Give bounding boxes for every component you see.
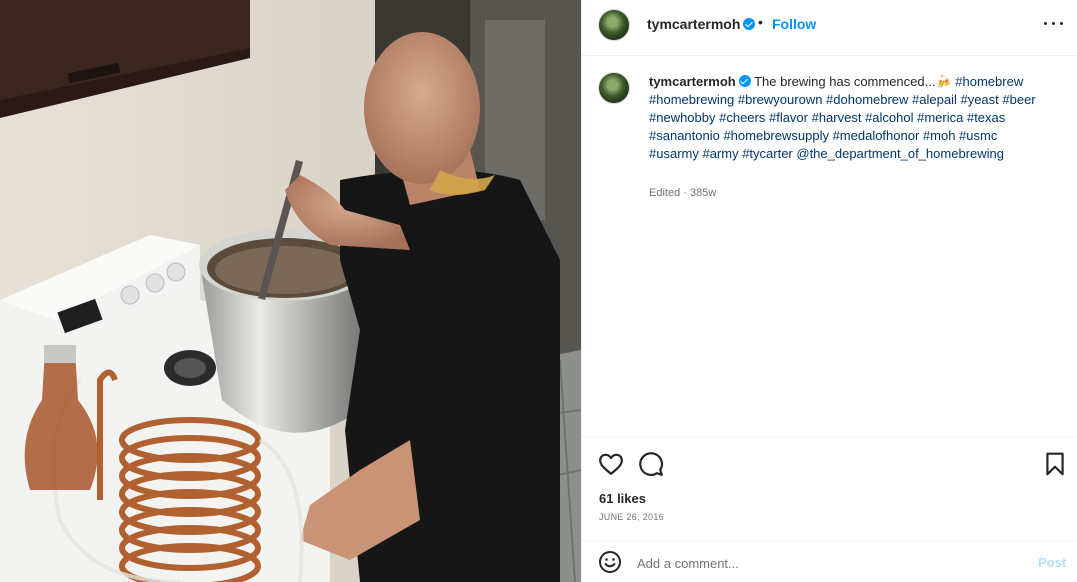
author-username-text[interactable]: tymcartermoh [647, 16, 740, 32]
action-bar [582, 436, 1077, 490]
author-avatar[interactable] [598, 9, 630, 41]
comment-bubble-icon[interactable] [638, 451, 664, 477]
caption-username[interactable]: tymcartermoh [649, 74, 751, 89]
heart-icon[interactable] [598, 451, 624, 477]
caption-meta: Edited · 385w [649, 187, 717, 199]
post-header: tymcartermoh • Follow [582, 0, 1077, 56]
post-side-panel: tymcartermoh • Follow tymcartermoh The b… [581, 0, 1077, 582]
author-username[interactable]: tymcartermoh [647, 16, 756, 32]
post-comment-button[interactable]: Post [1038, 555, 1066, 570]
caption-author-avatar[interactable] [598, 72, 630, 104]
post-photo [0, 0, 581, 582]
more-options-icon[interactable] [1044, 14, 1064, 34]
caption-text: tymcartermoh The brewing has commenced..… [649, 73, 1049, 163]
follow-button[interactable]: Follow [772, 16, 816, 32]
bookmark-icon[interactable] [1042, 451, 1068, 477]
likes-count[interactable]: 61 likes [599, 491, 646, 506]
separator-dot: • [758, 14, 763, 30]
caption-body: The brewing has commenced...🍻 [754, 74, 952, 89]
post-date: JUNE 26, 2016 [599, 512, 664, 522]
caption-area: tymcartermoh The brewing has commenced..… [582, 56, 1077, 436]
verified-badge-icon [743, 18, 756, 30]
emoji-icon[interactable] [598, 550, 622, 574]
post-photo-image [0, 0, 581, 582]
caption-username-text[interactable]: tymcartermoh [649, 74, 736, 89]
comment-bar: Post [582, 540, 1077, 582]
verified-badge-icon [738, 75, 751, 87]
comment-input[interactable] [637, 553, 1007, 573]
